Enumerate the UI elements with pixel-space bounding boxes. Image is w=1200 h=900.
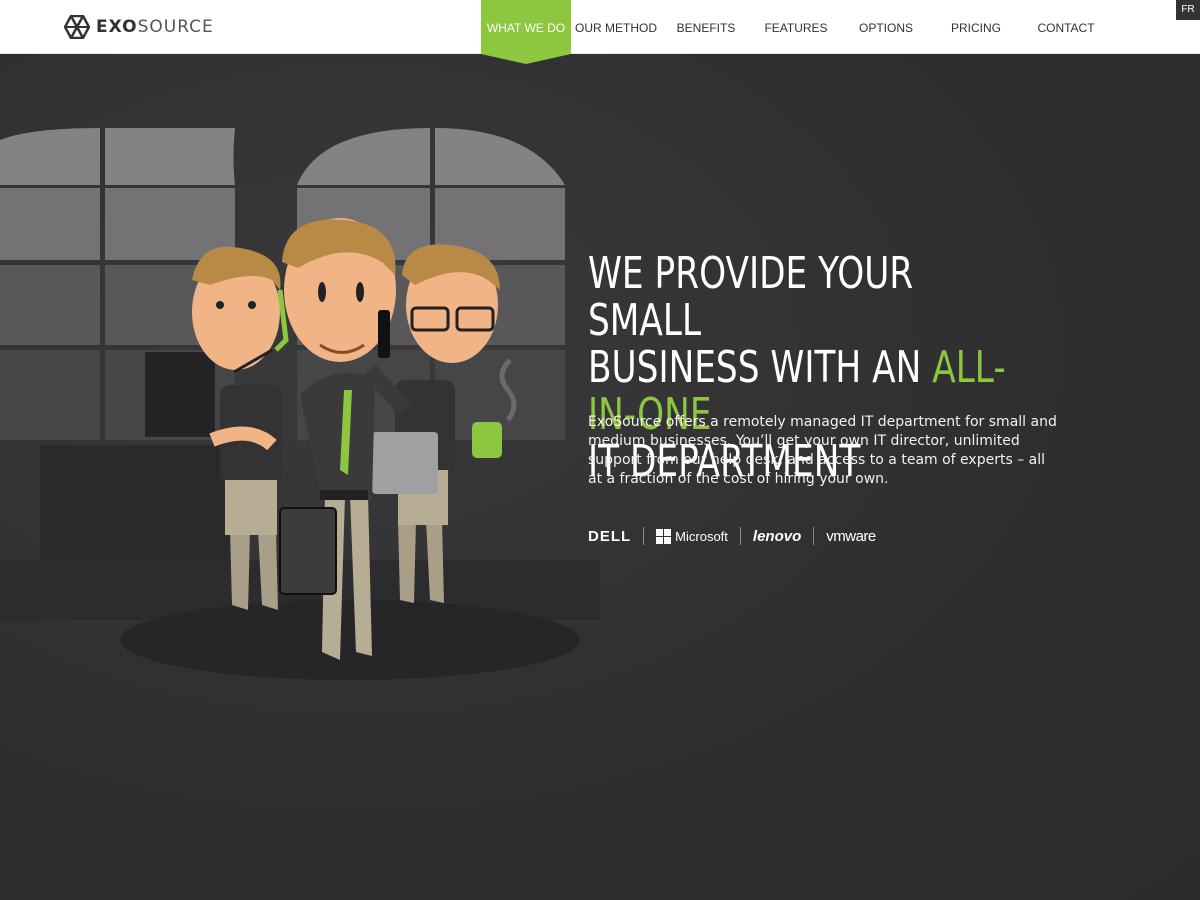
nav-item-benefits[interactable]: BENEFITS [661, 0, 751, 54]
vmware-logo: vmware [826, 527, 876, 545]
hero-section: WE PROVIDE YOUR SMALL BUSINESS WITH AN A… [0, 54, 1200, 900]
lenovo-logo: lenovo [752, 527, 802, 545]
exosource-logo-icon [64, 15, 90, 39]
nav-item-options[interactable]: OPTIONS [841, 0, 931, 54]
nav-item-our-method[interactable]: OUR METHOD [571, 0, 661, 54]
nav-item-pricing[interactable]: PRICING [931, 0, 1021, 54]
language-switch[interactable]: FR [1176, 0, 1200, 20]
site-logo[interactable]: EXOSOURCE [64, 15, 214, 39]
partner-logos: DELL Microsoft lenovo vmware [588, 524, 876, 548]
nav-item-what-we-do[interactable]: WHAT WE DO [481, 0, 571, 64]
logo-text: EXOSOURCE [96, 17, 214, 37]
dell-logo: DELL [588, 527, 632, 545]
partner-divider [643, 527, 645, 545]
main-nav: WHAT WE DO OUR METHOD BENEFITS FEATURES … [481, 0, 1111, 64]
site-header: EXOSOURCE WHAT WE DO OUR METHOD BENEFITS… [0, 0, 1200, 64]
microsoft-logo-icon [656, 528, 672, 544]
partner-divider [739, 527, 741, 545]
desk-silhouette [40, 445, 240, 580]
hero-illustration [0, 128, 600, 680]
nav-item-features[interactable]: FEATURES [751, 0, 841, 54]
monitor-silhouette [145, 352, 215, 437]
headline-line-1: WE PROVIDE YOUR SMALL [588, 248, 914, 346]
hero-description: ExoSource offers a remotely managed IT d… [588, 414, 1057, 487]
microsoft-logo: Microsoft [656, 528, 728, 544]
nav-item-contact[interactable]: CONTACT [1021, 0, 1111, 54]
partner-divider [813, 527, 815, 545]
floor-shadow [120, 600, 580, 680]
